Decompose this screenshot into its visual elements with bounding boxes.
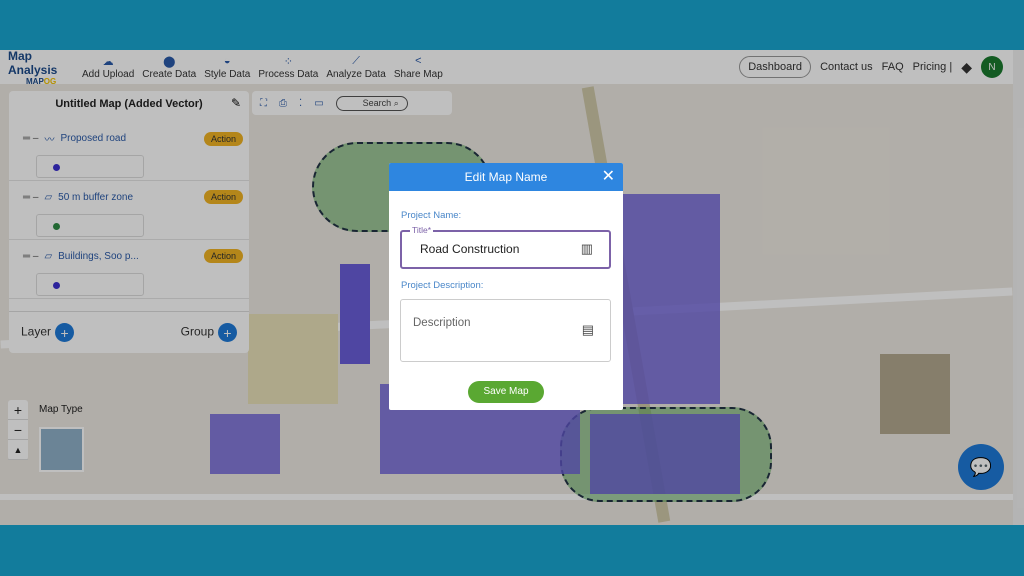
title-input[interactable]: Title* Road Construction ▥: [400, 225, 611, 269]
save-map-button[interactable]: Save Map: [468, 381, 544, 403]
document-icon: ▤: [581, 322, 594, 337]
app-window: Map Analysis MAPOG ☁ Add Upload ⬤ Create Da…: [0, 50, 1024, 525]
description-textarea[interactable]: Description ▤: [400, 299, 611, 362]
description-placeholder: Description: [413, 317, 471, 329]
title-legend: Title*: [410, 225, 434, 235]
project-name-label: Project Name:: [401, 210, 462, 221]
dialog-title: Edit Map Name: [464, 170, 548, 184]
close-icon[interactable]: ✕: [602, 163, 615, 191]
edit-map-name-dialog: Edit Map Name ✕ Project Name: Title* Road…: [389, 163, 623, 410]
map-icon: ▥: [580, 241, 593, 256]
title-value: Road Construction: [420, 242, 520, 256]
project-description-label: Project Description:: [401, 280, 484, 291]
